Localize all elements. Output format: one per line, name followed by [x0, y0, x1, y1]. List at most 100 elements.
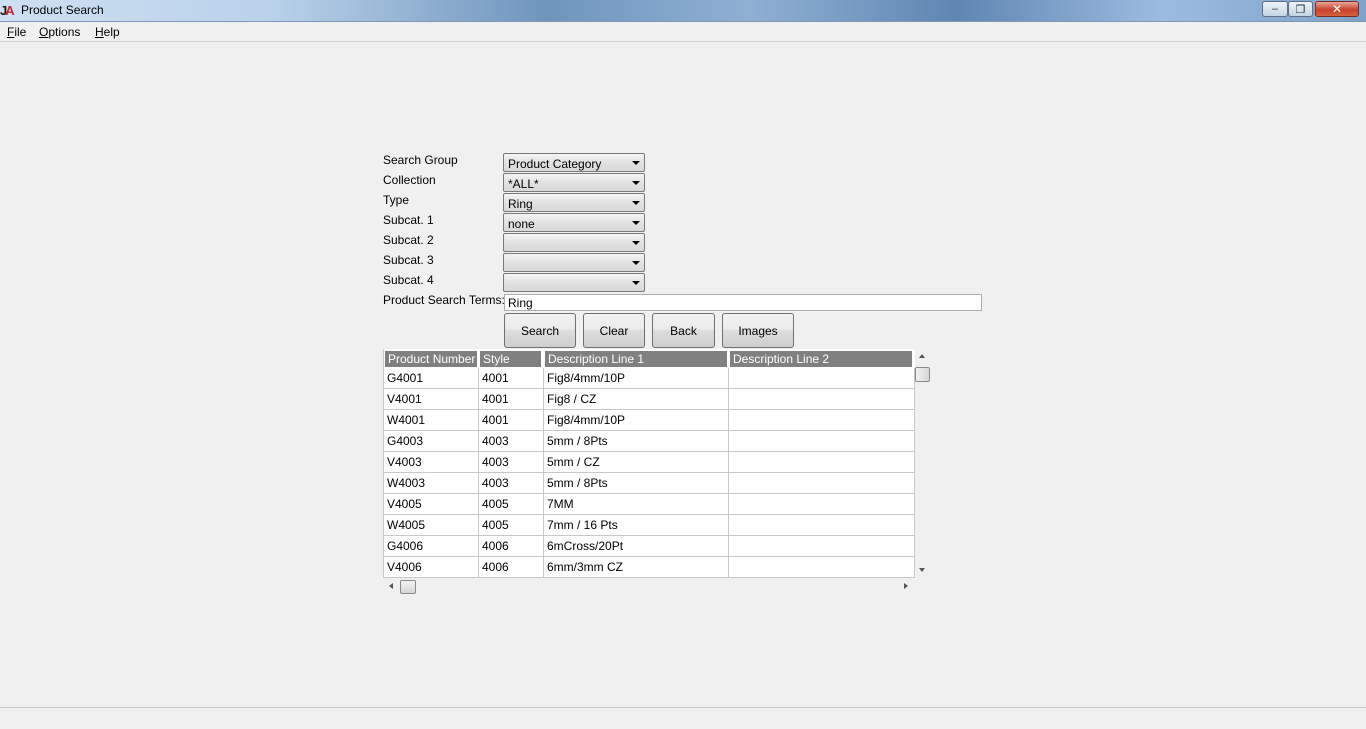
scroll-left-icon[interactable]: [389, 583, 393, 589]
table-cell[interactable]: [729, 452, 915, 473]
table-row[interactable]: V4005 4005 7MM: [384, 494, 915, 515]
vertical-scroll-thumb[interactable]: [915, 367, 930, 382]
table-row[interactable]: G4006 4006 6mCross/20Pt: [384, 536, 915, 557]
table-row[interactable]: W4003 4003 5mm / 8Pts: [384, 473, 915, 494]
chevron-down-icon: [632, 201, 640, 205]
search-group-select[interactable]: Product Category: [503, 153, 645, 172]
menu-options[interactable]: Options: [39, 25, 80, 39]
scroll-right-icon[interactable]: [904, 583, 908, 589]
status-bar: [0, 707, 1366, 729]
table-cell[interactable]: 4005: [479, 515, 544, 536]
table-cell[interactable]: 6mCross/20Pt: [544, 536, 729, 557]
table-cell[interactable]: [729, 410, 915, 431]
scroll-up-icon[interactable]: [919, 354, 925, 358]
minimize-button[interactable]: –: [1262, 1, 1288, 17]
search-group-label: Search Group: [383, 153, 458, 167]
menu-file[interactable]: File: [7, 25, 26, 39]
column-header-style[interactable]: Style: [480, 351, 541, 367]
horizontal-scroll-thumb[interactable]: [400, 580, 416, 594]
table-cell[interactable]: 4006: [479, 557, 544, 578]
table-cell[interactable]: V4005: [384, 494, 479, 515]
grid-horizontal-scrollbar[interactable]: [383, 579, 914, 595]
table-cell[interactable]: 4001: [479, 410, 544, 431]
type-label: Type: [383, 193, 410, 207]
table-cell[interactable]: 4003: [479, 452, 544, 473]
table-cell[interactable]: 5mm / CZ: [544, 452, 729, 473]
table-cell[interactable]: 4005: [479, 494, 544, 515]
chevron-down-icon: [632, 181, 640, 185]
subcat2-label: Subcat. 2: [383, 233, 434, 247]
table-cell[interactable]: Fig8/4mm/10P: [544, 368, 729, 389]
results-grid[interactable]: Product Number Style Description Line 1 …: [383, 349, 915, 578]
table-row[interactable]: V4003 4003 5mm / CZ: [384, 452, 915, 473]
menu-bar: File Options Help: [0, 22, 1366, 42]
grid-vertical-scrollbar[interactable]: [915, 349, 931, 578]
table-cell[interactable]: V4006: [384, 557, 479, 578]
table-row[interactable]: V4001 4001 Fig8 / CZ: [384, 389, 915, 410]
chevron-down-icon: [632, 241, 640, 245]
back-button[interactable]: Back: [652, 313, 715, 348]
table-row[interactable]: G4001 4001 Fig8/4mm/10P: [384, 368, 915, 389]
images-button[interactable]: Images: [722, 313, 794, 348]
table-cell[interactable]: V4001: [384, 389, 479, 410]
table-cell[interactable]: [729, 557, 915, 578]
chevron-down-icon: [632, 261, 640, 265]
scroll-down-icon[interactable]: [919, 568, 925, 572]
clear-button[interactable]: Clear: [583, 313, 645, 348]
menu-help[interactable]: Help: [95, 25, 120, 39]
column-header-product-number[interactable]: Product Number: [385, 351, 477, 367]
column-header-description-1[interactable]: Description Line 1: [545, 351, 727, 367]
table-cell[interactable]: [729, 473, 915, 494]
subcat1-select[interactable]: none: [503, 213, 645, 232]
table-cell[interactable]: 7MM: [544, 494, 729, 515]
table-cell[interactable]: W4005: [384, 515, 479, 536]
table-cell[interactable]: [729, 431, 915, 452]
type-select[interactable]: Ring: [503, 193, 645, 212]
column-header-description-2[interactable]: Description Line 2: [730, 351, 912, 367]
table-cell[interactable]: 5mm / 8Pts: [544, 431, 729, 452]
chevron-down-icon: [632, 281, 640, 285]
subcat4-label: Subcat. 4: [383, 273, 434, 287]
table-cell[interactable]: W4001: [384, 410, 479, 431]
table-cell[interactable]: 4003: [479, 431, 544, 452]
table-cell[interactable]: 4001: [479, 368, 544, 389]
title-bar: JA Product Search – ❐ ✕: [0, 0, 1366, 22]
table-cell[interactable]: [729, 389, 915, 410]
table-cell[interactable]: Fig8 / CZ: [544, 389, 729, 410]
search-terms-label: Product Search Terms:: [383, 293, 505, 307]
search-button[interactable]: Search: [504, 313, 576, 348]
subcat3-select[interactable]: [503, 253, 645, 272]
close-icon: ✕: [1331, 2, 1343, 16]
table-cell[interactable]: [729, 368, 915, 389]
restore-button[interactable]: ❐: [1288, 1, 1313, 17]
collection-select[interactable]: *ALL*: [503, 173, 645, 192]
table-cell[interactable]: [729, 536, 915, 557]
window-title: Product Search: [21, 3, 104, 17]
table-cell[interactable]: V4003: [384, 452, 479, 473]
table-cell[interactable]: Fig8/4mm/10P: [544, 410, 729, 431]
collection-label: Collection: [383, 173, 436, 187]
table-row[interactable]: W4005 4005 7mm / 16 Pts: [384, 515, 915, 536]
table-cell[interactable]: G4001: [384, 368, 479, 389]
table-cell[interactable]: 4001: [479, 389, 544, 410]
table-cell[interactable]: 7mm / 16 Pts: [544, 515, 729, 536]
table-row[interactable]: G4003 4003 5mm / 8Pts: [384, 431, 915, 452]
subcat4-select[interactable]: [503, 273, 645, 292]
table-cell[interactable]: [729, 494, 915, 515]
restore-icon: ❐: [1295, 3, 1306, 16]
table-cell[interactable]: 4006: [479, 536, 544, 557]
search-terms-input[interactable]: [504, 294, 982, 311]
table-cell[interactable]: 6mm/3mm CZ: [544, 557, 729, 578]
table-cell[interactable]: W4003: [384, 473, 479, 494]
close-button[interactable]: ✕: [1315, 1, 1359, 17]
table-cell[interactable]: G4006: [384, 536, 479, 557]
table-row[interactable]: W4001 4001 Fig8/4mm/10P: [384, 410, 915, 431]
table-row[interactable]: V4006 4006 6mm/3mm CZ: [384, 557, 915, 578]
table-cell[interactable]: 4003: [479, 473, 544, 494]
app-logo-icon: JA: [0, 3, 15, 18]
subcat1-label: Subcat. 1: [383, 213, 434, 227]
table-cell[interactable]: G4003: [384, 431, 479, 452]
subcat2-select[interactable]: [503, 233, 645, 252]
table-cell[interactable]: 5mm / 8Pts: [544, 473, 729, 494]
table-cell[interactable]: [729, 515, 915, 536]
